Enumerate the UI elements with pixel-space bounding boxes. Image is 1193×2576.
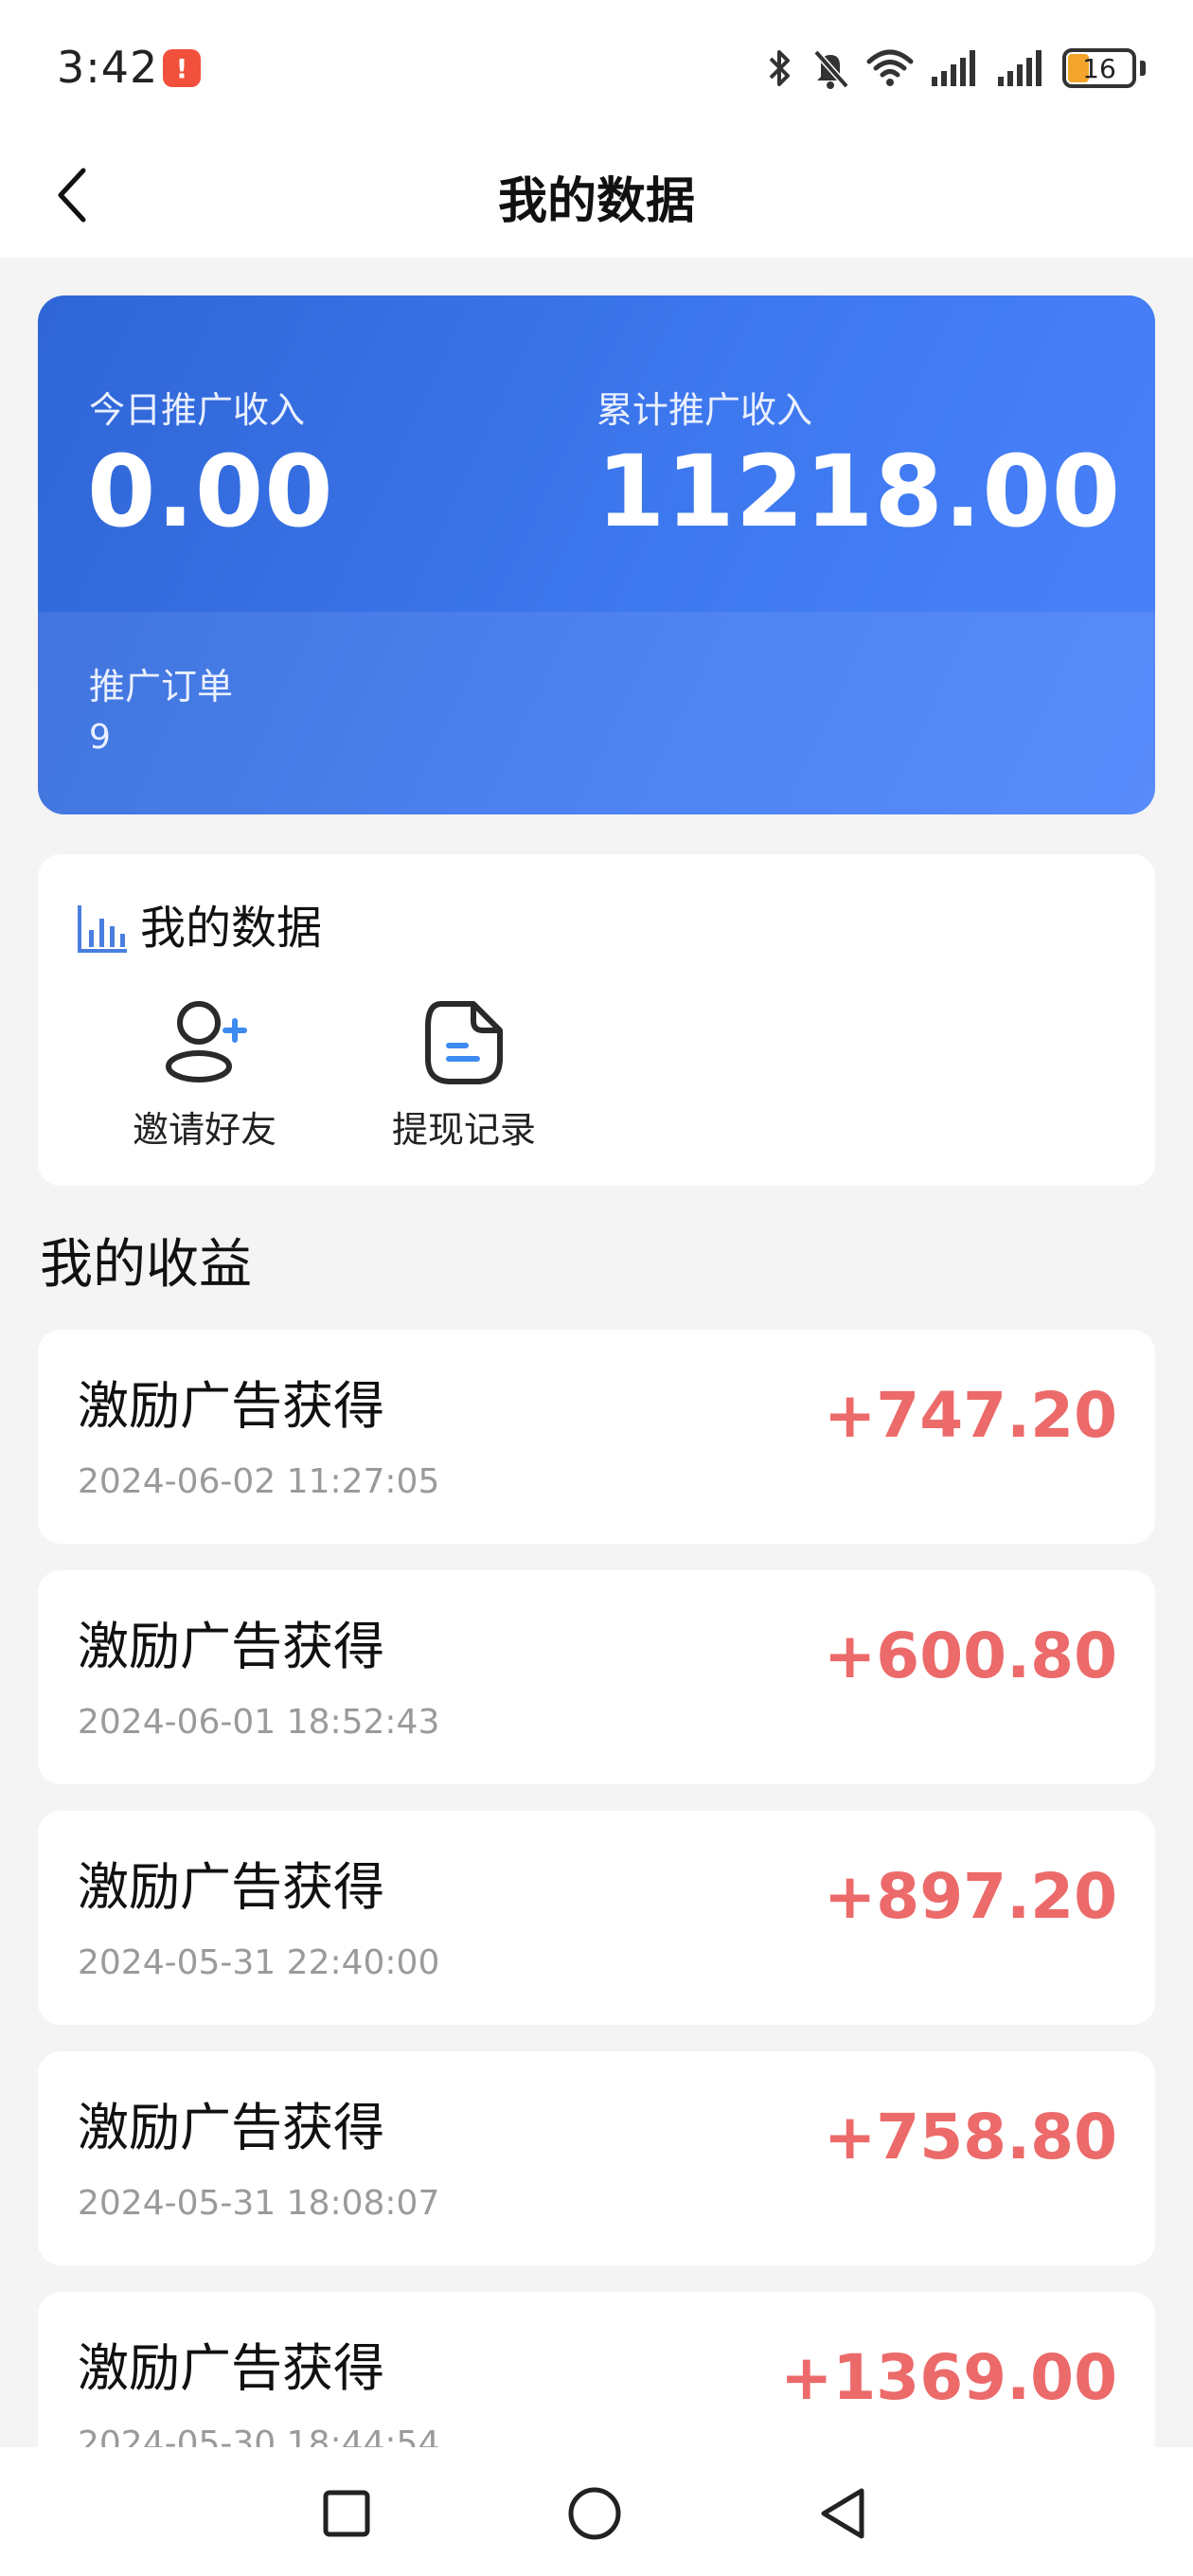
earning-time: 2024-05-30 18:44:54 (78, 2424, 440, 2447)
status-icons: 16 (763, 44, 1146, 93)
my-data-title: 我的数据 (140, 902, 323, 955)
earning-time: 2024-05-31 18:08:07 (78, 2184, 440, 2223)
add-user-icon (166, 1001, 247, 1082)
earning-title: 激励广告获得 (78, 1376, 384, 1436)
earning-item[interactable]: 激励广告获得 2024-05-31 18:08:07 +758.80 (38, 2051, 1155, 2265)
earning-item[interactable]: 激励广告获得 2024-06-01 18:52:43 +600.80 (38, 1570, 1155, 1784)
earning-amount: +747.20 (824, 1379, 1117, 1452)
home-button[interactable] (561, 2479, 629, 2548)
earning-item[interactable]: 激励广告获得 2024-06-02 11:27:05 +747.20 (38, 1330, 1155, 1544)
earning-amount: +600.80 (824, 1619, 1117, 1692)
my-earnings-title: 我的收益 (40, 1234, 252, 1296)
earning-amount: +897.20 (824, 1860, 1117, 1933)
bluetooth-icon (769, 50, 790, 86)
stats-card-footer (38, 612, 1155, 814)
earning-title: 激励广告获得 (78, 1857, 384, 1917)
promotion-orders-label: 推广订单 (89, 666, 234, 707)
earning-title: 激励广告获得 (78, 2338, 384, 2398)
signal-icon (932, 50, 975, 86)
signal-icon (998, 50, 1042, 86)
earning-amount: +758.80 (824, 2101, 1117, 2174)
system-nav-bar (0, 2447, 1193, 2576)
total-income-value: 11218.00 (596, 434, 1122, 549)
status-time: 3:42 (57, 42, 159, 93)
today-income-value: 0.00 (87, 434, 334, 549)
my-data-card: 我的数据 邀请好友 提现记录 (38, 854, 1155, 1186)
earning-amount: +1369.00 (780, 2341, 1117, 2414)
promotion-stats-card: 今日推广收入 0.00 累计推广收入 11218.00 推广订单 9 (38, 295, 1155, 814)
battery-tip (1140, 61, 1146, 76)
earning-item[interactable]: 激励广告获得 2024-05-30 18:44:54 +1369.00 (38, 2292, 1155, 2447)
bar-chart-icon (78, 905, 127, 953)
status-bar: 3:42 ! 16 (0, 0, 1193, 133)
recents-button[interactable] (312, 2479, 381, 2548)
alert-badge-icon: ! (163, 49, 201, 87)
app-header: 我的数据 (0, 133, 1193, 258)
page-title: 我的数据 (497, 173, 695, 230)
withdrawal-records-label: 提现记录 (391, 1109, 536, 1151)
earning-item[interactable]: 激励广告获得 2024-05-31 22:40:00 +897.20 (38, 1811, 1155, 2025)
total-income-label: 累计推广收入 (596, 389, 813, 431)
earning-time: 2024-05-31 22:40:00 (78, 1943, 440, 1982)
invite-friends-button[interactable]: 邀请好友 (110, 996, 299, 1157)
page: 3:42 ! 16 我的数据 今日推广收入 0.00 累计推广收入 11218.… (0, 0, 1193, 2576)
promotion-orders-value: 9 (89, 718, 111, 757)
battery-icon: 16 (1062, 48, 1136, 88)
back-triangle-icon (821, 2488, 864, 2539)
earning-title: 激励广告获得 (78, 2098, 384, 2157)
withdrawal-records-button[interactable]: 提现记录 (369, 996, 559, 1157)
document-icon (425, 1001, 503, 1084)
invite-friends-label: 邀请好友 (132, 1109, 276, 1151)
today-income-label: 今日推广收入 (89, 389, 306, 431)
mute-bell-icon (813, 49, 849, 89)
earning-time: 2024-06-01 18:52:43 (78, 1703, 440, 1742)
back-nav-button[interactable] (809, 2479, 877, 2548)
earning-time: 2024-06-02 11:27:05 (78, 1462, 440, 1501)
battery-level: 16 (1082, 52, 1116, 84)
wifi-icon (866, 49, 914, 86)
earning-title: 激励广告获得 (78, 1617, 384, 1676)
earnings-list[interactable]: 激励广告获得 2024-06-02 11:27:05 +747.20 激励广告获… (38, 1330, 1155, 2447)
recents-square-icon (323, 2490, 370, 2537)
home-circle-icon (568, 2487, 621, 2540)
